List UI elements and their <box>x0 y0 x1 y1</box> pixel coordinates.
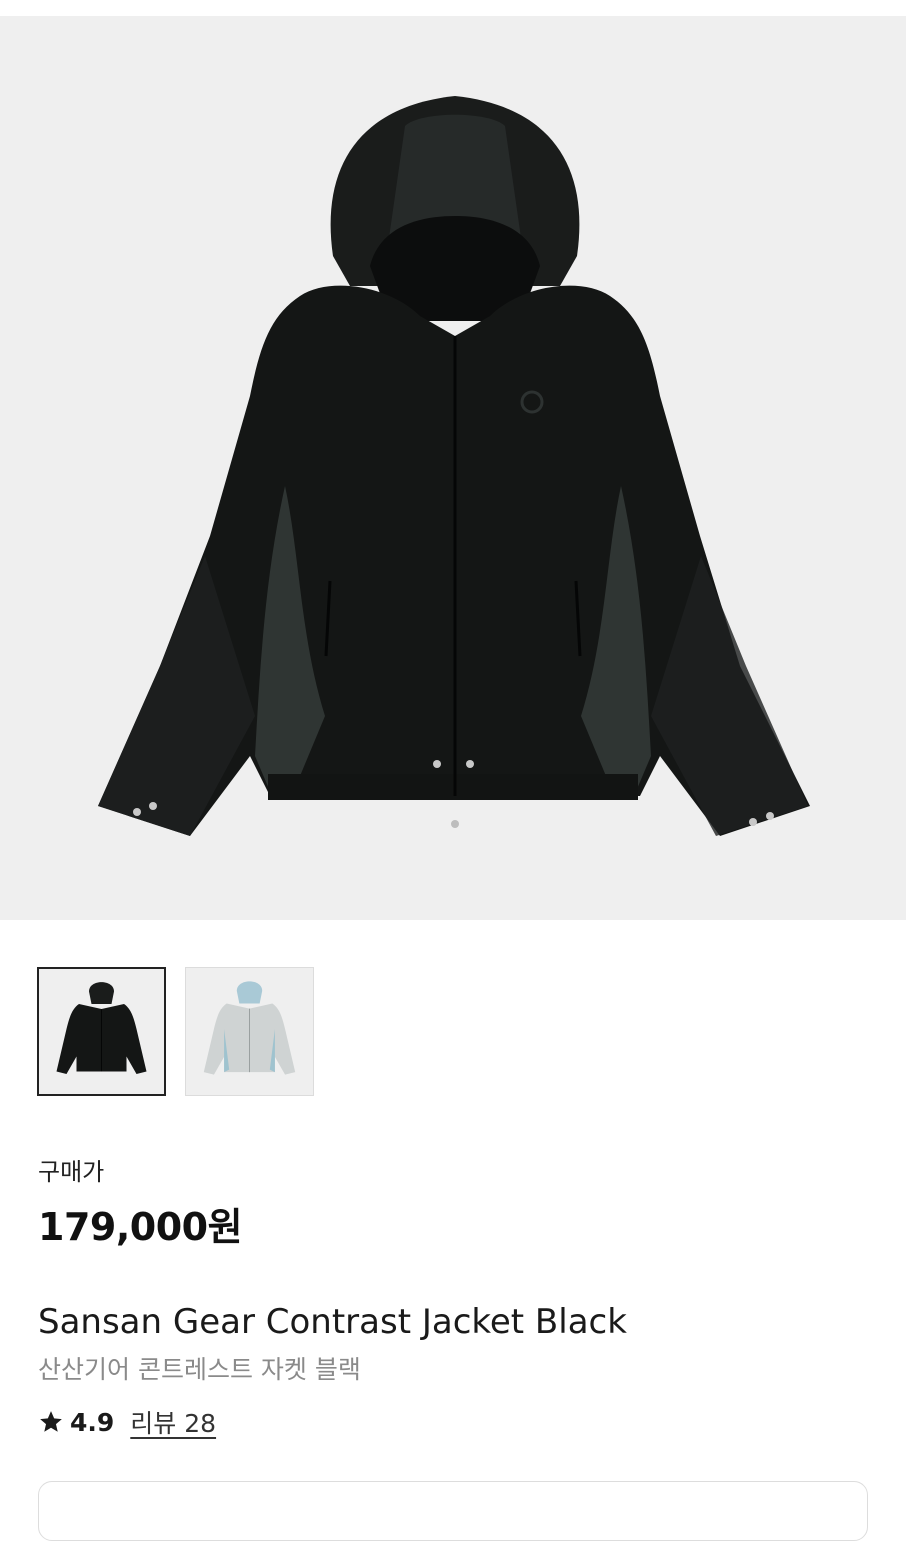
rating-row: 4.9 리뷰 28 <box>38 1404 216 1440</box>
product-title-korean: 산산기어 콘트레스트 자켓 블랙 <box>38 1355 361 1384</box>
rating-value: 4.9 <box>70 1407 115 1437</box>
price-value: 179,000원 <box>38 1205 243 1249</box>
star-icon <box>40 1411 62 1432</box>
review-count-link[interactable]: 리뷰 28 <box>130 1404 216 1440</box>
thumbnail-black[interactable] <box>37 967 166 1096</box>
thumbnail-list <box>37 967 314 1096</box>
price-label: 구매가 <box>38 1158 105 1186</box>
jacket-black-illustration <box>98 96 810 836</box>
product-title-english: Sansan Gear Contrast Jacket Black <box>38 1302 627 1342</box>
jacket-black-thumb-illustration <box>39 969 164 1094</box>
jacket-light-thumb-illustration <box>186 968 313 1095</box>
thumbnail-light-blue[interactable] <box>185 967 314 1096</box>
bottom-card[interactable] <box>38 1481 868 1541</box>
product-main-image[interactable] <box>0 16 906 920</box>
